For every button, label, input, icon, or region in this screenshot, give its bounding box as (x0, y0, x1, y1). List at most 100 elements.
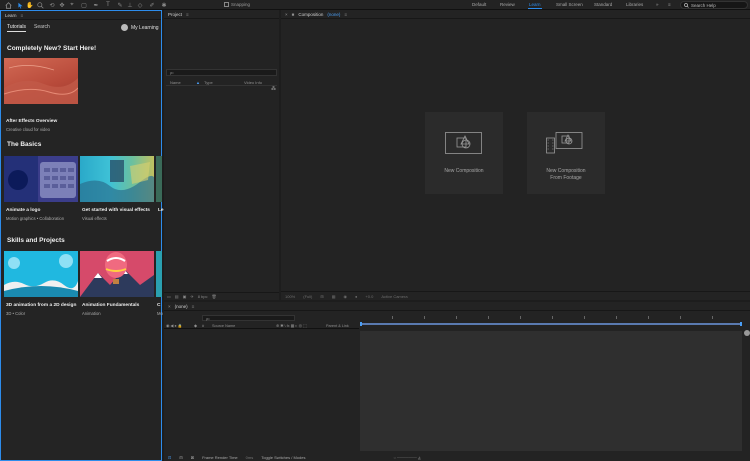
selection-icon[interactable] (16, 1, 24, 9)
comp-button-icon[interactable] (744, 330, 750, 336)
type-icon[interactable]: T (104, 1, 112, 9)
card-title[interactable]: Animate a logo (6, 208, 40, 213)
panel-menu-icon[interactable]: ≡ (21, 13, 24, 18)
av-features-icons[interactable]: ◉ ◀ ● 🔒 (164, 323, 194, 328)
new-folder-icon[interactable]: ▤ (175, 294, 179, 299)
timeline-track-area[interactable] (360, 331, 742, 451)
card-title[interactable]: Get started with visual effects (82, 208, 150, 213)
zoom-icon[interactable] (36, 1, 44, 9)
column-parent-link[interactable]: Parent & Link (326, 324, 349, 328)
column-type[interactable]: Type (204, 80, 244, 85)
work-area-start[interactable] (360, 322, 362, 326)
card-title-partial[interactable]: Le (158, 208, 164, 213)
clone-stamp-icon[interactable]: ⊥ (126, 1, 134, 9)
new-composition-icon (445, 132, 482, 154)
card-title-partial[interactable]: C (157, 303, 160, 308)
project-panel-title[interactable]: Project (168, 12, 182, 17)
layer-switches-icon[interactable]: ⊡ (168, 455, 171, 460)
show-channel-icon[interactable]: ● (355, 294, 357, 299)
switches-icons[interactable]: ⊕ ✱ \ fx ▦ ◐ ◎ ⬚ (276, 323, 326, 328)
my-learning-button[interactable]: My Learning (121, 24, 159, 31)
learn-panel-title[interactable]: Learn (5, 13, 17, 18)
flowchart-icon[interactable]: ⁂ (271, 86, 276, 92)
new-composition-icon[interactable]: ▣ (183, 294, 187, 299)
tutorial-thumbnail[interactable] (80, 251, 154, 297)
mask-icon[interactable]: ▢ (80, 1, 88, 9)
tutorial-thumbnail[interactable] (4, 251, 78, 297)
grid-icon[interactable]: ⊞ (320, 294, 323, 299)
workspace-default[interactable]: Default (472, 2, 486, 7)
project-settings-icon[interactable]: ✈ (190, 294, 193, 299)
snapping-toggle[interactable]: Snapping (224, 2, 250, 7)
workspace-standard[interactable]: Standard (594, 2, 612, 7)
tutorial-thumbnail[interactable] (4, 156, 78, 202)
new-composition-from-footage-button[interactable]: New Composition From Footage (527, 112, 605, 194)
panel-menu-icon[interactable]: ≡ (344, 12, 347, 17)
label-column-icon[interactable]: ▲ (196, 80, 204, 85)
workspace-learn[interactable]: Learn (529, 2, 541, 7)
bit-depth-label[interactable]: 8 bpc (198, 294, 208, 299)
workspace-libraries[interactable]: Libraries (626, 2, 643, 7)
card-title[interactable]: 3D animation from a 2D design (6, 303, 76, 308)
new-composition-from-footage-label: New Composition From Footage (527, 168, 605, 182)
project-search-input[interactable]: ρ• (166, 69, 277, 76)
hand-icon[interactable]: ✋ (26, 1, 34, 9)
rotate-icon[interactable]: ⟲ (48, 1, 56, 9)
more-workspaces-icon[interactable]: » (656, 2, 659, 7)
3d-view-dropdown[interactable]: Active Camera (381, 294, 407, 299)
card-title[interactable]: Animation Fundamentals (82, 303, 139, 308)
camera-orbit-icon[interactable]: ✥ (58, 1, 66, 9)
tutorial-thumbnail[interactable] (80, 156, 154, 202)
trash-icon[interactable]: 🗑 (212, 294, 217, 299)
tutorial-thumbnail-partial[interactable] (156, 251, 162, 297)
column-source-name[interactable]: Source Name (212, 324, 276, 328)
work-area-end[interactable] (740, 322, 742, 326)
roto-brush-icon[interactable]: ✐ (148, 1, 156, 9)
camera-snapshot-icon[interactable]: ◉ (343, 294, 347, 299)
label-icon[interactable]: ◆ (194, 323, 202, 328)
resolution-dropdown[interactable]: (Full) (303, 294, 312, 299)
work-area-bar[interactable] (360, 323, 742, 325)
tab-search[interactable]: Search (34, 24, 50, 32)
transparency-grid-icon[interactable]: ▦ (332, 294, 336, 299)
lock-icon[interactable]: ■ (292, 12, 295, 17)
workspace-review[interactable]: Review (500, 2, 515, 7)
new-composition-button[interactable]: New Composition (425, 112, 503, 194)
panel-menu-icon[interactable]: ≡ (186, 12, 189, 17)
search-help-field[interactable]: Search Help (680, 1, 748, 9)
column-number[interactable]: # (202, 324, 212, 328)
tutorial-thumbnail-partial[interactable] (156, 156, 162, 202)
transfer-controls-icon[interactable]: ⊟ (179, 455, 182, 460)
column-name[interactable]: Name (166, 80, 196, 85)
toggle-switches-modes-button[interactable]: Toggle Switches / Modes (261, 455, 305, 460)
eraser-icon[interactable]: ◇ (136, 1, 144, 9)
timeline-panel-title[interactable]: (none) (175, 304, 188, 309)
workspace-small-screen[interactable]: Small Screen (556, 2, 583, 7)
brush-icon[interactable]: ✎ (116, 1, 124, 9)
tutorial-thumbnail[interactable] (4, 58, 78, 104)
composition-panel-title[interactable]: Composition (298, 12, 323, 17)
card-subtitle: Motion graphics • Collaboration (6, 216, 65, 221)
magnification-dropdown[interactable]: 100% (285, 294, 295, 299)
home-icon[interactable] (4, 1, 12, 9)
pen-icon[interactable]: ✒ (92, 1, 100, 9)
interpret-footage-icon[interactable]: ▭ (167, 294, 171, 299)
snapping-checkbox[interactable] (224, 2, 229, 7)
pan-behind-icon[interactable]: ⌖ (68, 1, 76, 9)
card-subtitle: Creative cloud for video (6, 127, 50, 132)
column-video-info[interactable]: Video Info (244, 80, 262, 85)
zoom-slider[interactable]: ○ ─────── ◭ (393, 455, 421, 460)
timeline-search-input[interactable]: ρ• (202, 315, 295, 321)
in-out-icon[interactable]: ⊠ (191, 455, 194, 460)
composition-name[interactable]: (none) (327, 12, 340, 17)
panel-menu-icon[interactable]: ≡ (192, 304, 195, 309)
tab-tutorials[interactable]: Tutorials (7, 24, 26, 32)
close-icon[interactable]: × (285, 12, 288, 17)
ruler-tick (584, 316, 585, 319)
workspace-menu-icon[interactable]: ≡ (668, 2, 671, 7)
puppet-pin-icon[interactable]: ✱ (160, 1, 168, 9)
close-icon[interactable]: × (168, 304, 171, 309)
time-ruler[interactable] (360, 313, 742, 327)
card-title[interactable]: After Effects Overview (6, 119, 57, 124)
exposure-value[interactable]: +0.0 (365, 294, 373, 299)
